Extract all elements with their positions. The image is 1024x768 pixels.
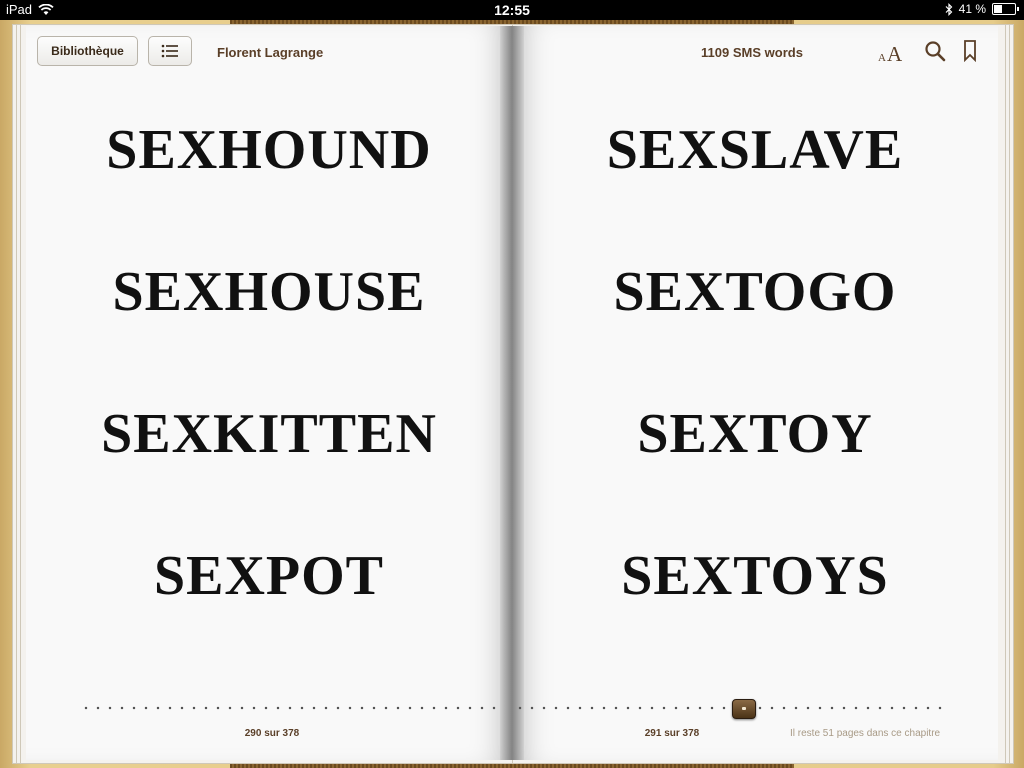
battery-icon bbox=[992, 3, 1019, 15]
left-word-2: SEXHOUSE bbox=[112, 261, 426, 323]
left-word-3: SEXKITTEN bbox=[101, 403, 437, 465]
status-time: 12:55 bbox=[494, 2, 530, 18]
search-icon[interactable] bbox=[924, 40, 946, 62]
page-scrubber-thumb[interactable] bbox=[732, 699, 756, 719]
bookmark-icon[interactable] bbox=[963, 40, 977, 63]
svg-text:A: A bbox=[887, 42, 903, 64]
page-scrubber-left[interactable] bbox=[80, 706, 500, 710]
status-right: 41 % bbox=[945, 2, 1019, 16]
right-word-4: SEXTOYS bbox=[621, 545, 889, 607]
left-word-1: SEXHOUND bbox=[106, 119, 432, 181]
chapter-remaining: Il reste 51 pages dans ce chapitre bbox=[790, 728, 941, 739]
right-word-1: SEXSLAVE bbox=[606, 119, 904, 181]
library-button[interactable]: Bibliothèque bbox=[37, 36, 138, 66]
font-size-icon[interactable]: A A bbox=[876, 40, 908, 66]
battery-fill bbox=[994, 5, 1002, 13]
right-word-3: SEXTOY bbox=[637, 403, 873, 465]
bluetooth-icon bbox=[945, 2, 952, 16]
table-of-contents-icon bbox=[161, 44, 178, 58]
status-bar: iPad 12:55 41 % bbox=[0, 0, 1024, 20]
table-of-contents-button[interactable] bbox=[148, 36, 192, 66]
left-word-4: SEXPOT bbox=[153, 545, 385, 607]
svg-text:A: A bbox=[878, 52, 886, 64]
author-name: Florent Lagrange bbox=[217, 45, 324, 60]
page-scrubber-right[interactable] bbox=[514, 706, 946, 710]
book-title: 1109 SMS words bbox=[701, 45, 803, 60]
right-page-number: 291 sur 378 bbox=[644, 728, 700, 739]
left-page-number: 290 sur 378 bbox=[244, 728, 300, 739]
right-word-2: SEXTOGO bbox=[613, 261, 897, 323]
battery-percent: 41 % bbox=[958, 2, 986, 16]
